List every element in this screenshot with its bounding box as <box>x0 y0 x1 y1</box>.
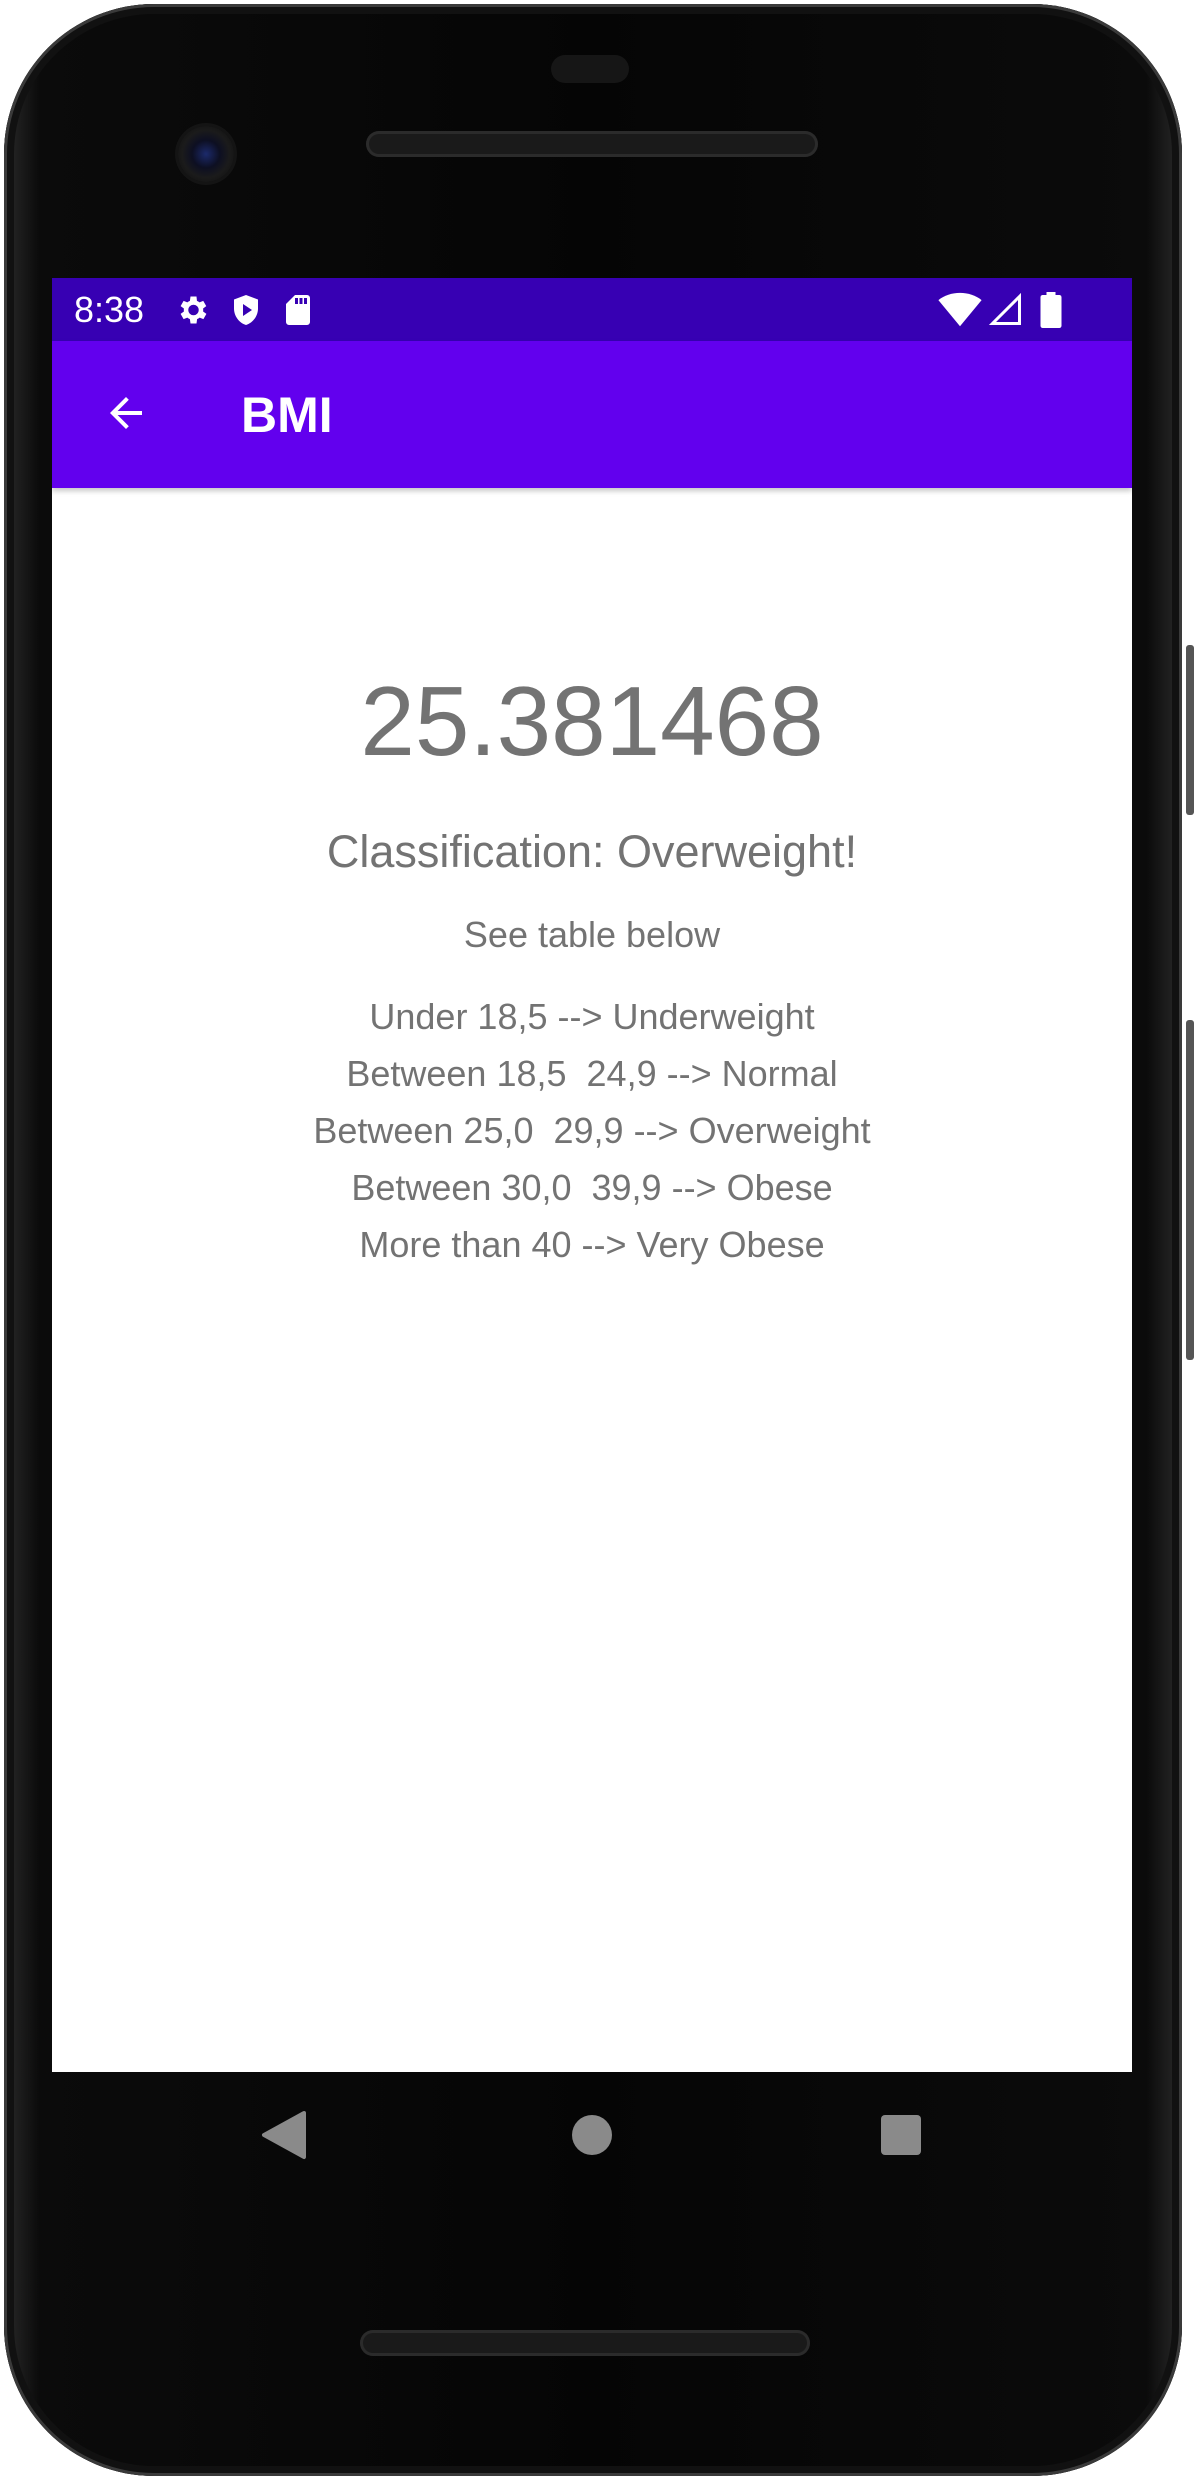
wifi-icon <box>938 292 982 328</box>
table-row: More than 40 --> Very Obese <box>359 1224 825 1265</box>
earpiece-speaker <box>366 131 818 157</box>
cell-signal-icon <box>988 292 1024 328</box>
arrow-back-icon <box>102 389 150 442</box>
nav-home-icon <box>570 2113 614 2162</box>
nav-recents-icon <box>880 2114 922 2161</box>
page-title: BMI <box>241 387 333 443</box>
status-time: 8:38 <box>74 289 145 330</box>
front-camera <box>178 126 234 182</box>
back-button[interactable] <box>96 385 156 445</box>
app-bar: BMI <box>52 341 1132 488</box>
table-row: Between 30,0 39,9 --> Obese <box>351 1167 833 1208</box>
nav-home-button[interactable] <box>547 2092 637 2182</box>
navigation-bar <box>52 2072 1132 2202</box>
device-frame: 8:38 BMI 25.381468 Classification: Overw… <box>0 0 1194 2480</box>
nav-back-button[interactable] <box>238 2092 328 2182</box>
nav-back-icon <box>260 2110 306 2165</box>
sd-card-icon <box>280 292 316 328</box>
bmi-value: 25.381468 <box>360 666 824 776</box>
table-hint: See table below <box>463 914 721 955</box>
bottom-speaker <box>360 2330 810 2356</box>
bmi-table: Under 18,5 --> Underweight Between 18,5 … <box>52 988 1132 1273</box>
volume-rocker[interactable] <box>1186 1020 1194 1360</box>
battery-icon <box>1038 292 1064 328</box>
gear-icon <box>174 292 210 328</box>
proximity-sensor <box>551 55 629 83</box>
table-row: Between 25,0 29,9 --> Overweight <box>313 1110 871 1151</box>
status-bar: 8:38 <box>52 278 1132 341</box>
table-row: Between 18,5 24,9 --> Normal <box>346 1053 838 1094</box>
screen: 8:38 BMI 25.381468 Classification: Overw… <box>52 278 1132 2072</box>
nav-recents-button[interactable] <box>856 2092 946 2182</box>
power-button[interactable] <box>1186 645 1194 815</box>
shield-icon <box>228 292 264 328</box>
classification-text: Classification: Overweight! <box>326 826 858 877</box>
table-row: Under 18,5 --> Underweight <box>369 996 815 1037</box>
